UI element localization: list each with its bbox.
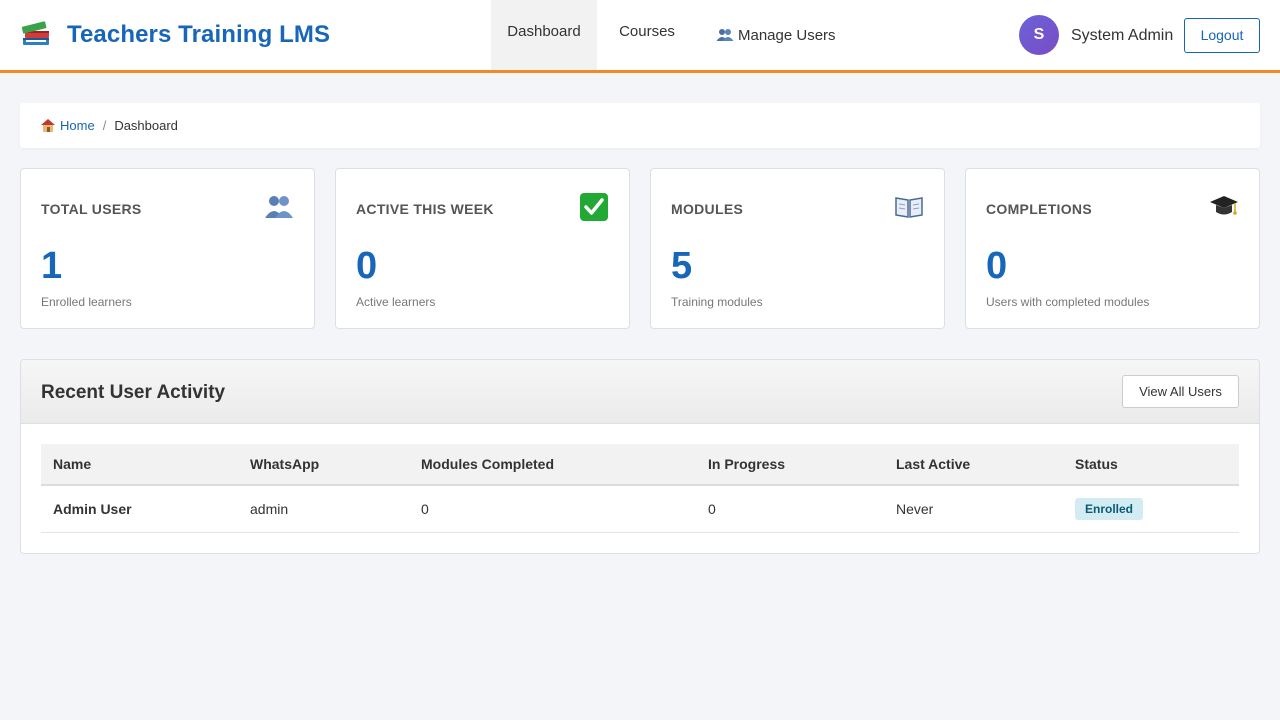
panel-title: Recent User Activity [41,382,226,403]
stat-label: MODULES [671,201,744,217]
user-avatar[interactable]: S [1019,15,1059,55]
users-icon [716,28,734,42]
column-header[interactable]: Modules Completed [409,444,696,486]
table-header-row: Name WhatsApp Modules Completed In Progr… [41,444,1239,486]
stat-label: TOTAL USERS [41,201,142,217]
panel-header: Recent User Activity View All Users [21,360,1259,424]
cell-last-active: Never [884,485,1063,533]
logout-button[interactable]: Logout [1184,18,1260,53]
nav-manage-users-label: Manage Users [738,27,836,44]
cell-status: Enrolled [1063,485,1239,533]
column-header[interactable]: WhatsApp [238,444,409,486]
graduation-cap-icon [1209,193,1239,221]
cell-whatsapp: admin [238,485,409,533]
nav-dashboard[interactable]: Dashboard [491,0,597,70]
breadcrumb-separator: / [102,118,107,133]
user-name: System Admin [1071,27,1174,44]
cell-name: Admin User [41,485,238,533]
breadcrumb-current: Dashboard [114,118,178,133]
stat-subtitle: Training modules [671,295,763,309]
books-logo-icon [20,18,52,48]
activity-table: Name WhatsApp Modules Completed In Progr… [41,444,1239,533]
table-row[interactable]: Admin User admin 0 0 Never Enrolled [41,485,1239,533]
book-icon [894,193,924,221]
stat-card-active-this-week: ACTIVE THIS WEEK 0 Active learners [335,168,630,329]
stat-label: ACTIVE THIS WEEK [356,201,494,217]
breadcrumb: Home / Dashboard [20,103,1260,148]
cell-in-progress: 0 [696,485,884,533]
stat-value: 0 [986,245,1008,287]
nav-manage-users[interactable]: Manage Users [697,0,837,70]
column-header[interactable]: Status [1063,444,1239,486]
stat-value: 0 [356,245,378,287]
breadcrumb-home-link[interactable]: Home [60,118,95,133]
stat-subtitle: Users with completed modules [986,295,1150,309]
column-header[interactable]: In Progress [696,444,884,486]
stat-card-completions: COMPLETIONS 0 Users with completed modul… [965,168,1260,329]
users-icon [264,193,294,221]
stat-card-modules: MODULES 5 Training modules [650,168,945,329]
nav-courses[interactable]: Courses [597,0,697,70]
app-title[interactable]: Teachers Training LMS [67,21,330,49]
recent-activity-panel: Recent User Activity View All Users Name… [20,359,1260,554]
cell-modules-completed: 0 [409,485,696,533]
check-icon [579,193,609,221]
column-header[interactable]: Last Active [884,444,1063,486]
stat-label: COMPLETIONS [986,201,1092,217]
status-badge: Enrolled [1075,497,1144,520]
stat-value: 1 [41,245,63,287]
stat-subtitle: Active learners [356,295,436,309]
stat-card-total-users: TOTAL USERS 1 Enrolled learners [20,168,315,329]
home-icon [40,118,56,133]
stat-value: 5 [671,245,693,287]
stat-subtitle: Enrolled learners [41,295,132,309]
main-nav: Dashboard Courses Manage Users [491,0,837,70]
view-all-users-button[interactable]: View All Users [1122,375,1239,408]
column-header[interactable]: Name [41,444,238,486]
top-header: Teachers Training LMS Dashboard Courses … [0,0,1280,73]
